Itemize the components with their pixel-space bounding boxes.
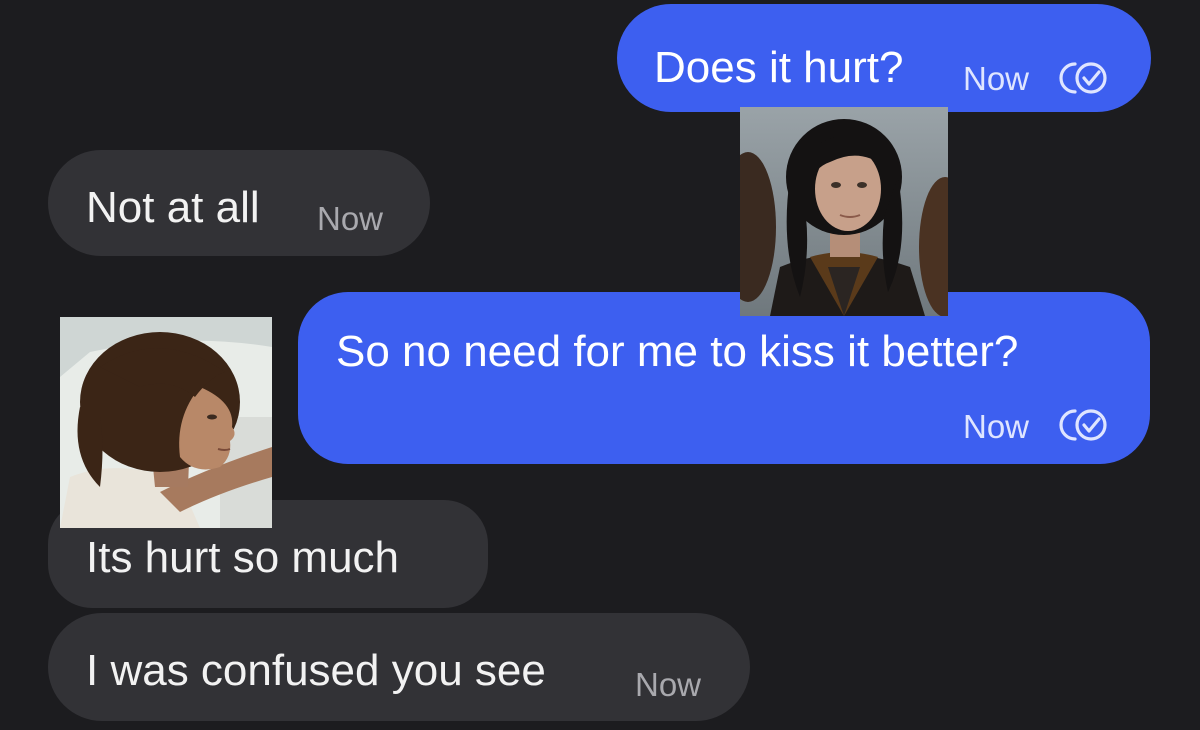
message-time: Now [963, 60, 1030, 97]
message-text: Not at all [86, 183, 260, 232]
message-text: Does it hurt? [654, 43, 904, 92]
message-time: Now [963, 408, 1030, 445]
message-text: So no need for me to kiss it better? [336, 327, 1019, 376]
message-bubble-received-1[interactable]: Not at all Now [48, 150, 430, 256]
read-receipt-icon [1059, 409, 1107, 441]
character-portrait-brown-curly-hair [60, 317, 272, 528]
message-time: Now [635, 666, 702, 703]
read-receipt-icon [1059, 62, 1107, 94]
message-text: Its hurt so much [86, 533, 400, 582]
message-time: Now [317, 200, 384, 237]
message-bubble-received-3[interactable]: I was confused you see Now [48, 613, 750, 721]
message-bubble-sent-2[interactable]: So no need for me to kiss it better? Now [298, 292, 1150, 464]
character-portrait-dark-curly-hair [740, 107, 948, 316]
message-bubble-sent-1[interactable]: Does it hurt? Now [617, 4, 1151, 112]
message-text: I was confused you see [86, 646, 546, 695]
